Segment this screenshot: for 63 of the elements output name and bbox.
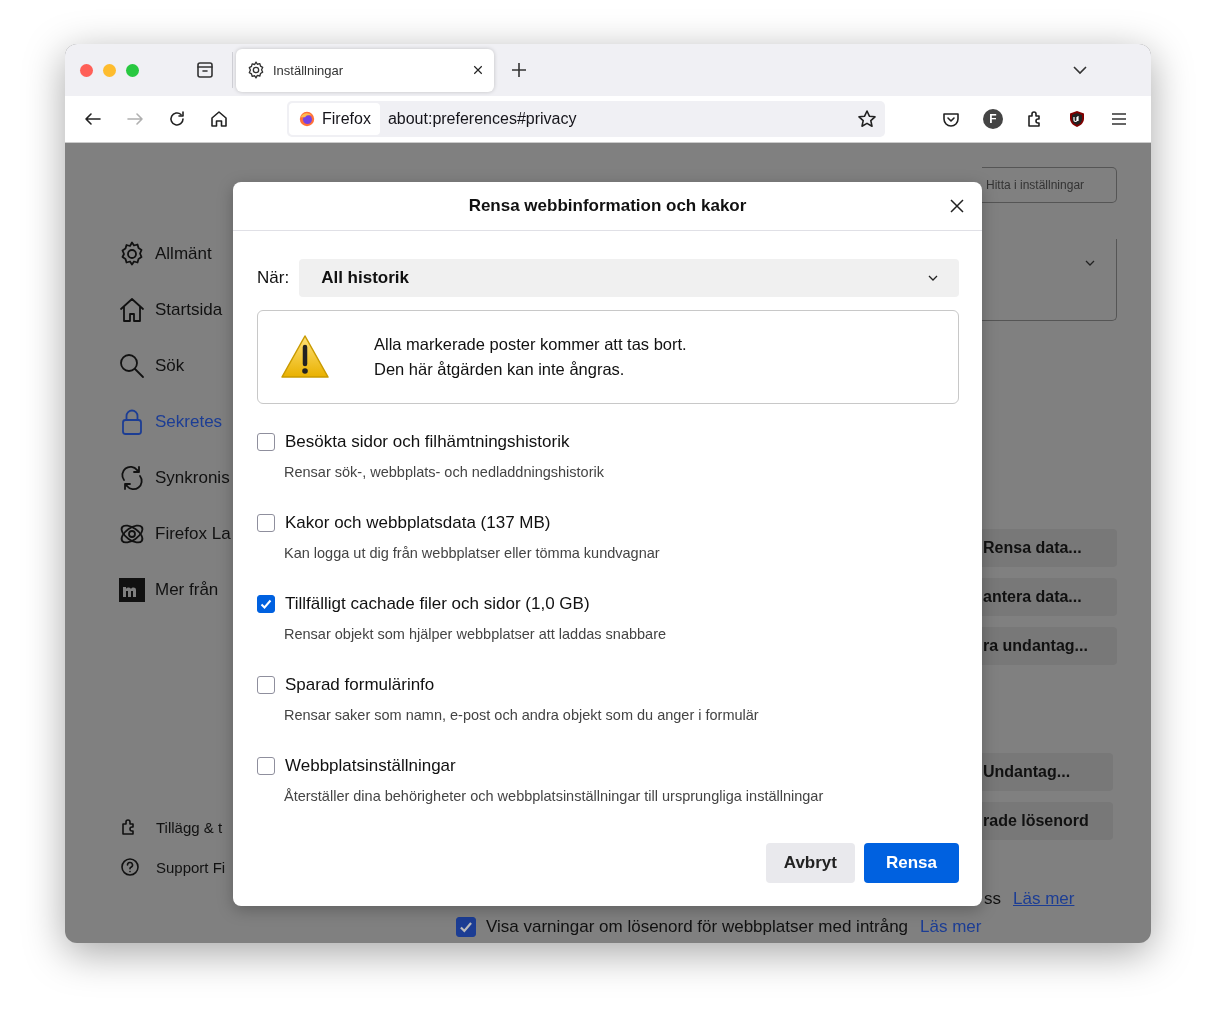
fox-globe-icon	[298, 110, 316, 128]
browser-tab[interactable]: Inställningar	[236, 48, 494, 92]
option-description: Rensar sök-, webbplats- och nedladdningshistorik	[284, 464, 605, 480]
help-icon	[120, 857, 140, 877]
settings-text: ss	[984, 889, 1001, 909]
dialog-title: Rensa webbinformation och kakor	[468, 196, 747, 216]
option-description: Rensar saker som namn, e-post och andra objekt som du anger i formulär	[284, 707, 760, 723]
option-description: Rensar objekt som hjälper webbplatser att laddas snabbare	[284, 626, 668, 642]
home-icon[interactable]	[209, 109, 229, 129]
search-icon	[118, 352, 146, 380]
checkbox-label: Besökta sidor och filhämtningshistorik	[285, 432, 570, 452]
option-description: Återställer dina behörigheter och webbplatsinställningar till ursprungliga inställningar	[284, 788, 825, 804]
warning-text: Den här åtgärden kan inte ångras.	[374, 360, 626, 379]
learn-more-link[interactable]: Läs mer	[1013, 889, 1075, 909]
field-label: När:	[257, 268, 290, 288]
close-icon[interactable]	[949, 198, 965, 214]
cancel-button[interactable]: Avbryt	[765, 843, 855, 883]
checkbox[interactable]	[257, 676, 275, 694]
warning-icon	[280, 334, 330, 380]
home-icon	[118, 296, 146, 324]
settings-button[interactable]: rade lösenord	[982, 802, 1113, 840]
sidebar-item[interactable]: Startsida	[118, 295, 233, 325]
settings-button[interactable]: Rensa data...	[982, 529, 1117, 567]
checkbox-label: Sparad formulärinfo	[285, 675, 435, 695]
letter-m-icon	[118, 576, 146, 604]
settings-search-field[interactable]: Hitta i inställningar	[982, 167, 1117, 203]
time-range-dropdown[interactable]: All historik	[299, 259, 959, 297]
checkbox[interactable]	[257, 514, 275, 532]
close-tab-icon[interactable]	[472, 64, 484, 76]
settings-button[interactable]: ra undantag...	[982, 627, 1117, 665]
settings-button[interactable]: antera data...	[982, 578, 1117, 616]
close-window-button[interactable]	[80, 63, 93, 77]
sidebar-item[interactable]: Allmänt	[118, 239, 233, 269]
sidebar-item[interactable]: Sök	[118, 351, 233, 381]
checkbox-label: Webbplatsinställningar	[285, 756, 456, 776]
identity-chip[interactable]: Firefox	[289, 103, 380, 135]
checkbox[interactable]	[257, 757, 275, 775]
tray-icon[interactable]	[195, 60, 215, 80]
star-icon[interactable]	[857, 109, 877, 129]
clear-button[interactable]: Rensa	[863, 843, 959, 883]
sidebar-item[interactable]: Mer från	[118, 575, 233, 605]
checkbox[interactable]	[257, 595, 275, 613]
sidebar-item[interactable]: Firefox La	[118, 519, 233, 549]
checkbox[interactable]	[257, 433, 275, 451]
shield-icon[interactable]	[1067, 109, 1087, 129]
sidebar-item[interactable]: Sekretes	[118, 407, 233, 437]
warning-text: Alla markerade poster kommer att tas bort.	[374, 335, 687, 354]
url-text: about:preferences#privacy	[387, 110, 578, 128]
new-tab-icon[interactable]	[509, 60, 529, 80]
option-description: Kan logga ut dig från webbplatser eller tömma kundvagnar	[284, 545, 661, 561]
learn-more-link[interactable]: Läs mer	[920, 917, 982, 937]
sidebar-link[interactable]: Support Fi	[120, 857, 233, 877]
account-avatar[interactable]: F	[983, 109, 1003, 129]
sidebar-link[interactable]: Tillägg & t	[120, 817, 233, 837]
checkbox-label: Visa varningar om lösenord för webbplatser med intrång	[486, 917, 909, 937]
checkbox[interactable]	[456, 917, 476, 937]
gear-icon	[246, 60, 266, 80]
checkbox-label: Kakor och webbplatsdata (137 MB)	[285, 513, 551, 533]
reload-icon[interactable]	[167, 109, 187, 129]
address-bar[interactable]: Firefox about:preferences#privacy	[287, 101, 885, 137]
settings-button[interactable]: Undantag...	[982, 753, 1113, 791]
sidebar-item[interactable]: Synkronis	[118, 463, 233, 493]
checkbox-label: Tillfälligt cachade filer och sidor (1,0 GB)	[285, 594, 590, 614]
